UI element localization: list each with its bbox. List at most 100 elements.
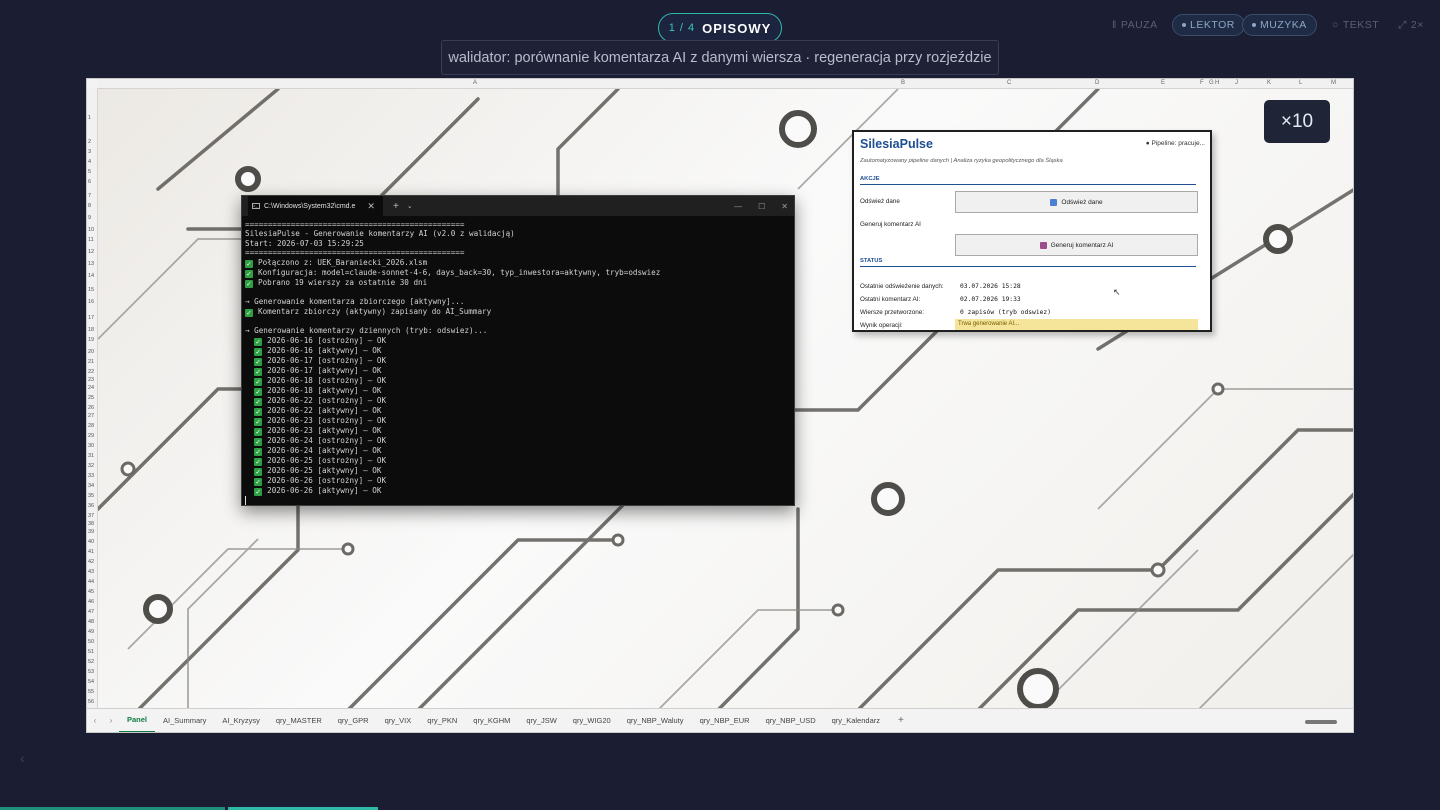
sheet-tab-qry-master[interactable]: qry_MASTER — [268, 709, 330, 733]
row-number: 48 — [88, 619, 95, 625]
row-number: 18 — [88, 327, 95, 333]
sheet-tab-qry-vix[interactable]: qry_VIX — [377, 709, 420, 733]
daily-result-line: ✓ 2026-06-23 [ostrożny] — OK — [254, 415, 387, 426]
pause-control[interactable]: ǁ PAUZA — [1112, 14, 1158, 36]
sheet-tab-qry-kalendarz[interactable]: qry_Kalendarz — [824, 709, 888, 733]
daily-result-line: ✓ 2026-06-22 [aktywny] — OK — [254, 405, 382, 416]
check-icon: ✓ — [254, 407, 263, 416]
status-header: STATUS — [860, 258, 1196, 267]
row-number: 9 — [88, 215, 92, 221]
row-number: 46 — [88, 599, 95, 605]
actions-header: AKCJE — [860, 176, 1196, 185]
row-number: 19 — [88, 337, 95, 343]
generate-label: Generuj komentarz AI — [860, 221, 921, 228]
daily-result-line: ✓ 2026-06-24 [ostrożny] — OK — [254, 435, 387, 446]
check-icon: ✓ — [254, 457, 263, 466]
terminal-line: → Generowanie komentarzy dziennych (tryb… — [245, 326, 488, 336]
sheet-tab-panel[interactable]: Panel — [119, 709, 156, 732]
speed-control[interactable]: ⤢ 2× — [1398, 14, 1424, 36]
row-number: 29 — [88, 433, 95, 439]
sheet-tab-qry-pkn[interactable]: qry_PKN — [419, 709, 465, 733]
close-tab-icon[interactable]: ✕ — [367, 201, 375, 212]
sheet-tab-qry-gpr[interactable]: qry_GPR — [330, 709, 377, 733]
refresh-icon — [1050, 198, 1058, 206]
close-window-icon[interactable]: ✕ — [781, 202, 788, 211]
text-toggle[interactable]: ○ TEKST — [1332, 14, 1379, 36]
check-icon: ✓ — [254, 397, 263, 406]
row-number: 27 — [88, 413, 95, 419]
check-icon: ✓ — [254, 347, 263, 356]
row-number: 5 — [88, 169, 92, 175]
daily-result-line: ✓ 2026-06-22 [ostrożny] — OK — [254, 395, 387, 406]
terminal-tab[interactable]: >_ C:\Windows\System32\cmd.e ✕ — [248, 196, 383, 216]
row-number: 31 — [88, 453, 95, 459]
row-number: 53 — [88, 669, 95, 675]
add-sheet-icon[interactable]: + — [898, 715, 904, 726]
previous-slide-icon[interactable]: ‹ — [20, 750, 25, 766]
step-indicator: 1 / 4 OPISOWY — [658, 13, 782, 43]
result-value: Trwa generowanie AI... — [955, 319, 1198, 330]
chevron-right-icon[interactable]: › — [103, 716, 119, 725]
row-number: 32 — [88, 463, 95, 469]
sheet-tab-qry-nbp-eur[interactable]: qry_NBP_EUR — [692, 709, 758, 733]
chevron-left-icon[interactable]: ‹ — [87, 716, 103, 725]
narrator-toggle[interactable]: LEKTOR — [1172, 14, 1245, 36]
terminal-line: ✓ Komentarz zbiorczy (aktywny) zapisany d… — [245, 306, 492, 317]
status-dot-icon — [1252, 23, 1256, 27]
row-number: 42 — [88, 559, 95, 565]
daily-result-line: ✓ 2026-06-17 [ostrożny] — OK — [254, 355, 387, 366]
last-refresh-label: Ostatnie odświeżenie danych: — [860, 283, 944, 290]
chevron-down-icon[interactable]: ⌄ — [407, 202, 413, 210]
check-icon: ✓ — [245, 259, 253, 268]
text-cursor — [245, 495, 246, 505]
row-number: 20 — [88, 349, 95, 355]
pipeline-status: ● Pipeline: pracuje... — [1145, 140, 1205, 147]
caption-subtitle: walidator: porównanie komentarza AI z da… — [441, 40, 999, 75]
minimize-icon[interactable]: — — [734, 202, 742, 211]
sheet-tab-ai-summary[interactable]: AI_Summary — [155, 709, 214, 733]
row-number: 52 — [88, 659, 95, 665]
refresh-button[interactable]: Odśwież dane — [955, 191, 1198, 213]
check-icon: ✓ — [254, 357, 263, 366]
row-number: 34 — [88, 483, 95, 489]
rows-value: 0 zapisów (tryb odswiez) — [960, 309, 1051, 316]
row-number: 49 — [88, 629, 95, 635]
row-number: 23 — [88, 377, 95, 383]
row-number: 54 — [88, 679, 95, 685]
terminal-header: SilesiaPulse - Generowanie komentarzy AI… — [245, 229, 515, 239]
check-icon: ✓ — [254, 427, 263, 436]
terminal-tabbar: >_ C:\Windows\System32\cmd.e ✕ + ⌄ — ☐ ✕ — [242, 196, 794, 216]
row-number: 41 — [88, 549, 95, 555]
row-number: 11 — [88, 237, 94, 243]
mouse-pointer-icon: ↖ — [1113, 287, 1121, 297]
scrollbar-thumb[interactable] — [1305, 720, 1337, 724]
terminal-window: >_ C:\Windows\System32\cmd.e ✕ + ⌄ — ☐ ✕… — [241, 195, 795, 506]
row-number: 25 — [88, 395, 95, 401]
row-number: 24 — [88, 385, 95, 391]
daily-result-line: ✓ 2026-06-24 [aktywny] — OK — [254, 445, 382, 456]
sheet-tab-qry-kghm[interactable]: qry_KGHM — [465, 709, 518, 733]
terminal-icon: >_ — [252, 203, 260, 209]
horizontal-scrollbar[interactable] — [1297, 719, 1347, 725]
terminal-separator: ========================================… — [245, 248, 465, 258]
music-toggle[interactable]: MUZYKA — [1242, 14, 1317, 36]
row-number: 8 — [88, 203, 92, 209]
generate-ai-button[interactable]: Generuj komentarz AI — [955, 234, 1198, 256]
sheet-tab-qry-nbp-waluty[interactable]: qry_NBP_Waluty — [619, 709, 692, 733]
row-number: 10 — [88, 227, 95, 233]
check-icon: ✓ — [254, 447, 263, 456]
check-icon: ✓ — [254, 377, 263, 386]
terminal-output: ========================================… — [242, 216, 794, 511]
check-icon: ✓ — [254, 477, 263, 486]
check-icon: ✓ — [254, 417, 263, 426]
sheet-tab-qry-jsw[interactable]: qry_JSW — [518, 709, 564, 733]
sheet-tab-qry-nbp-usd[interactable]: qry_NBP_USD — [758, 709, 824, 733]
terminal-line: ✓ Połączono z: UEK_Baraniecki_2026.xlsm — [245, 257, 428, 268]
sheet-tab-qry-wig20[interactable]: qry_WIG20 — [565, 709, 619, 733]
maximize-icon[interactable]: ☐ — [758, 202, 765, 211]
new-tab-icon[interactable]: + — [393, 201, 399, 212]
terminal-tab-title: C:\Windows\System32\cmd.e — [264, 202, 356, 210]
row-number: 6 — [88, 179, 92, 185]
daily-result-line: ✓ 2026-06-25 [aktywny] — OK — [254, 465, 382, 476]
sheet-tab-ai-kryzysy[interactable]: AI_Kryzysy — [214, 709, 268, 733]
